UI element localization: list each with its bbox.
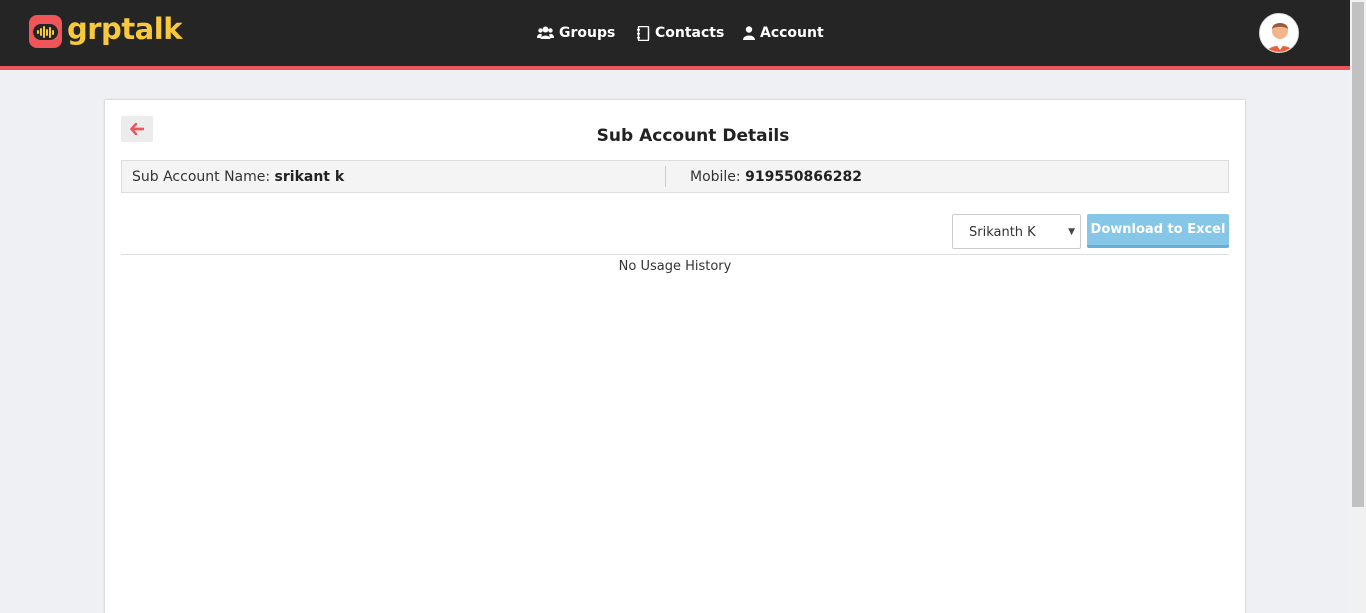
users-icon — [537, 26, 554, 40]
info-divider — [665, 166, 666, 187]
navbar-accent-line — [0, 66, 1350, 70]
nav-account-label: Account — [760, 25, 824, 41]
mobile-info: Mobile: 919550866282 — [690, 169, 862, 185]
nav-groups[interactable]: Groups — [537, 22, 615, 44]
nav-contacts-label: Contacts — [655, 25, 725, 41]
download-excel-button[interactable]: Download to Excel — [1087, 214, 1229, 248]
page-scrollbar[interactable] — [1350, 0, 1366, 613]
user-avatar[interactable] — [1259, 13, 1299, 53]
address-book-icon — [637, 25, 650, 41]
sub-account-label: Sub Account Name: — [132, 169, 271, 185]
sub-account-select[interactable]: Srikanth K ▼ — [952, 214, 1081, 249]
caret-down-icon: ▼ — [1068, 227, 1075, 237]
account-info-bar: Sub Account Name: srikant k Mobile: 9195… — [121, 160, 1229, 193]
nav-contacts[interactable]: Contacts — [637, 22, 724, 44]
select-value: Srikanth K — [969, 225, 1036, 240]
sub-account-name: Sub Account Name: srikant k — [132, 169, 344, 185]
divider — [121, 254, 1229, 255]
empty-state-message: No Usage History — [618, 259, 732, 274]
user-icon — [743, 26, 755, 40]
mobile-label: Mobile: — [690, 169, 741, 185]
user-avatar-icon — [1260, 14, 1298, 52]
sub-account-value: srikant k — [274, 169, 345, 185]
mobile-value: 919550866282 — [745, 169, 862, 185]
page-title: Sub Account Details — [596, 126, 790, 146]
logo-text: grptalk — [67, 12, 182, 46]
nav-account[interactable]: Account — [743, 22, 824, 44]
nav-groups-label: Groups — [559, 25, 616, 41]
scrollbar-thumb[interactable] — [1352, 2, 1364, 507]
logo-icon — [29, 15, 62, 48]
sub-account-card: Sub Account Details Sub Account Name: sr… — [105, 100, 1245, 613]
grptalk-logo[interactable]: grptalk — [29, 15, 182, 48]
